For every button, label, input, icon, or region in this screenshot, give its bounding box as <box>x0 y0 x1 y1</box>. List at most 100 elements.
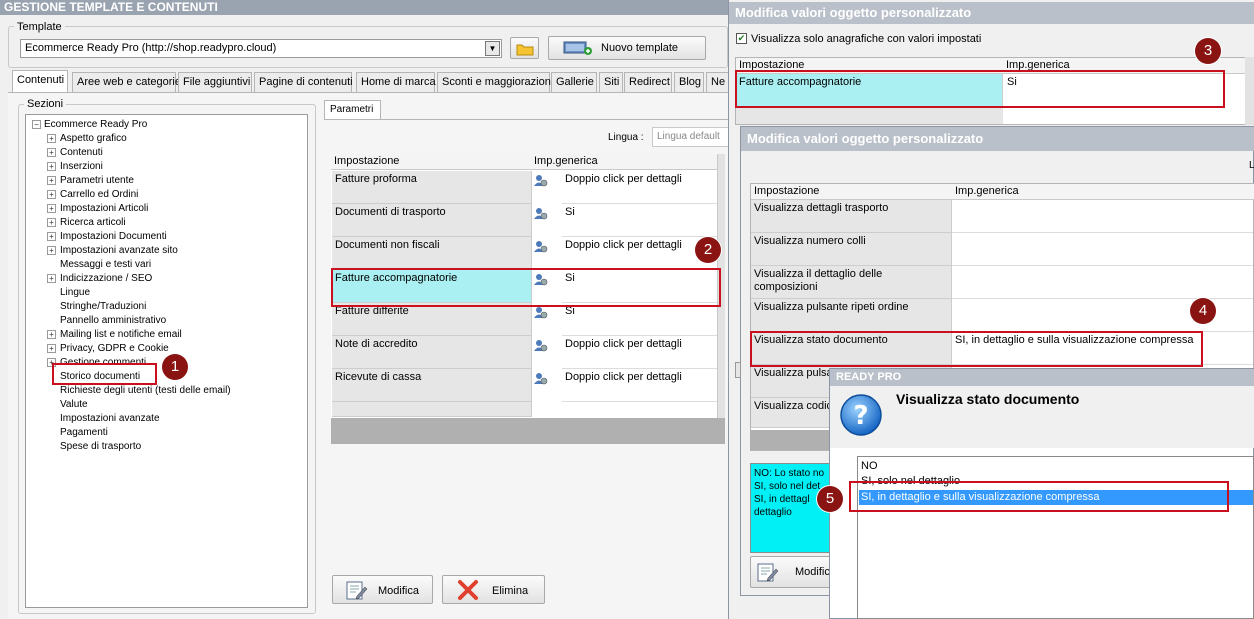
user-settings-icon <box>534 307 548 319</box>
dialog1-title: Modifica valori oggetto personalizzato <box>729 2 1254 24</box>
edit-icon <box>346 581 367 600</box>
tree-item[interactable]: Carrello ed Ordini <box>60 188 138 201</box>
tree-item[interactable]: Parametri utente <box>60 174 134 187</box>
dialog3-heading: Visualizza stato documento <box>896 391 1080 407</box>
desc-line: SI, solo nel det <box>754 481 821 492</box>
user-settings-icon <box>534 241 548 253</box>
tree-item[interactable]: Aspetto grafico <box>60 132 127 145</box>
tree-item[interactable]: Indicizzazione / SEO <box>60 272 152 285</box>
expand-icon[interactable]: + <box>47 274 56 283</box>
tree-item[interactable]: Mailing list e notifiche email <box>60 328 182 341</box>
dialog2-row-name[interactable]: Visualizza il dettaglio delle composizio… <box>751 266 952 299</box>
tab-gallerie[interactable]: Gallerie <box>551 72 597 92</box>
grid-row-value[interactable]: Doppio click per dettagli <box>562 171 717 204</box>
grid-row-value[interactable]: Doppio click per dettagli <box>562 237 717 270</box>
expand-icon[interactable]: + <box>47 134 56 143</box>
expand-icon[interactable]: + <box>47 330 56 339</box>
tree-item[interactable]: Impostazioni avanzate sito <box>60 244 178 257</box>
user-settings-icon <box>534 175 548 187</box>
grid-row-name[interactable]: Documenti di trasporto <box>332 204 532 237</box>
collapse-icon[interactable]: − <box>32 120 41 129</box>
callout-box-4 <box>750 331 1203 367</box>
marker-3: 3 <box>1195 38 1221 64</box>
grid-row-name[interactable]: Documenti non fiscali <box>332 237 532 270</box>
dialog2-row-name[interactable]: Visualizza pulsante ripeti ordine <box>751 299 952 332</box>
delete-button[interactable]: Elimina <box>442 575 545 604</box>
marker-1: 1 <box>162 354 188 380</box>
tree-item[interactable]: Impostazioni Articoli <box>60 202 148 215</box>
tab-aree-web[interactable]: Aree web e categorie <box>72 72 181 92</box>
expand-icon[interactable]: + <box>47 218 56 227</box>
tab-home-marca[interactable]: Home di marca <box>356 72 436 92</box>
dialog2-modify-label: Modific <box>795 566 830 578</box>
grid-row-value[interactable]: Doppio click per dettagli <box>562 369 717 402</box>
svg-text:?: ? <box>853 401 868 431</box>
tree-item[interactable]: Privacy, GDPR e Cookie <box>60 342 169 355</box>
tab-file-aggiuntivi[interactable]: File aggiuntivi <box>178 72 252 92</box>
dialog2-row-value[interactable] <box>952 266 1253 299</box>
expand-icon[interactable]: + <box>47 204 56 213</box>
expand-icon[interactable]: + <box>47 176 56 185</box>
grid-row-name[interactable]: Ricevute di cassa <box>332 369 532 402</box>
expand-icon[interactable]: + <box>47 190 56 199</box>
grid-row-name[interactable]: Fatture differite <box>332 303 532 336</box>
dialog1-hscroll-stub[interactable] <box>735 362 741 378</box>
show-only-set-checkbox[interactable]: ✔ <box>736 33 747 44</box>
tree-item[interactable]: Contenuti <box>60 146 103 159</box>
dialog2-modify-button[interactable]: Modific <box>750 556 832 588</box>
tree-item[interactable]: Spese di trasporto <box>60 440 141 453</box>
language-select[interactable]: Lingua default <box>652 127 730 147</box>
expand-icon[interactable]: + <box>47 148 56 157</box>
dialog2-row-name[interactable]: Visualizza dettagli trasporto <box>751 200 952 233</box>
tree-item[interactable]: Richieste degli utenti (testi delle emai… <box>60 384 231 397</box>
tree-item[interactable]: Pagamenti <box>60 426 108 439</box>
tree-item[interactable]: Lingue <box>60 286 90 299</box>
expand-icon[interactable]: + <box>47 162 56 171</box>
tree-item[interactable]: Inserzioni <box>60 160 103 173</box>
callout-box-1 <box>52 363 157 385</box>
tab-contenuti[interactable]: Contenuti <box>12 70 68 93</box>
tab-next[interactable]: Ne <box>706 72 730 92</box>
grid-row-value[interactable]: Doppio click per dettagli <box>562 336 717 369</box>
tree-item[interactable]: Stringhe/Traduzioni <box>60 300 146 313</box>
tab-redirect[interactable]: Redirect <box>624 72 672 92</box>
template-select[interactable]: Ecommerce Ready Pro (http://shop.readypr… <box>20 39 502 58</box>
tab-blog[interactable]: Blog <box>674 72 704 92</box>
tab-siti[interactable]: Siti <box>599 72 623 92</box>
template-group-label: Template <box>14 21 65 33</box>
tab-sconti[interactable]: Sconti e maggiorazioni <box>437 72 553 92</box>
dialog2-row-name[interactable]: Visualizza numero colli <box>751 233 952 266</box>
chevron-down-icon[interactable]: ▼ <box>485 41 500 56</box>
callout-box-2 <box>331 268 721 307</box>
tree-item[interactable]: Ricerca articoli <box>60 216 126 229</box>
open-folder-button[interactable] <box>510 37 539 59</box>
marker-4: 4 <box>1190 298 1216 324</box>
dialog2-row-value[interactable] <box>952 200 1253 233</box>
grid-empty-row <box>332 402 532 417</box>
expand-icon[interactable]: + <box>47 232 56 241</box>
tree-item[interactable]: Impostazioni Documenti <box>60 230 167 243</box>
grid-row-name[interactable]: Note di accredito <box>332 336 532 369</box>
grid-row-value[interactable]: Si <box>562 303 717 336</box>
tree-root[interactable]: Ecommerce Ready Pro <box>44 118 147 131</box>
tree-item[interactable]: Pannello amministrativo <box>60 314 166 327</box>
tree-item[interactable]: Impostazioni avanzate <box>60 412 160 425</box>
option-no[interactable]: NO <box>861 459 878 474</box>
expand-icon[interactable]: + <box>47 246 56 255</box>
dialog1-scrollbar[interactable] <box>1245 57 1254 125</box>
grid-row-name[interactable]: Fatture proforma <box>332 171 532 204</box>
dialog3-title: READY PRO <box>830 369 1254 386</box>
dialog2-title: Modifica valori oggetto personalizzato <box>741 127 1254 151</box>
expand-icon[interactable]: + <box>47 344 56 353</box>
tree-item[interactable]: Messaggi e testi vari <box>60 258 151 271</box>
grid-row-value[interactable]: Si <box>562 204 717 237</box>
tree-item[interactable]: Valute <box>60 398 88 411</box>
desc-line: dettaglio <box>754 507 792 518</box>
dialog2-row-value[interactable] <box>952 233 1253 266</box>
tab-pagine-contenuti[interactable]: Pagine di contenuti <box>254 72 353 92</box>
user-settings-icon <box>534 373 548 385</box>
tab-parametri[interactable]: Parametri <box>324 100 381 120</box>
new-template-button[interactable]: Nuovo template <box>548 36 706 60</box>
callout-box-3 <box>735 70 1225 108</box>
modify-button[interactable]: Modifica <box>332 575 433 604</box>
